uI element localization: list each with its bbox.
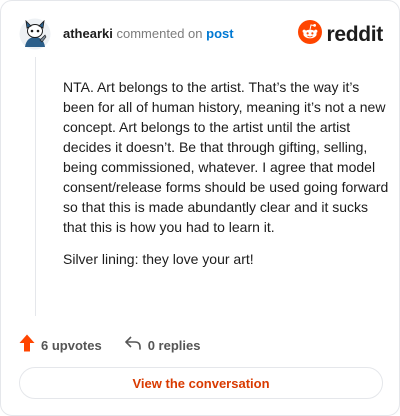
upvote-count: 6 upvotes	[41, 337, 102, 353]
comment-header: athearki commented on post reddit	[19, 17, 383, 51]
reply-button[interactable]: 0 replies	[124, 335, 201, 356]
upvote-arrow-icon	[19, 334, 35, 357]
comment-byline: athearki commented on post	[63, 26, 234, 42]
comment-paragraph: Silver lining: they love your art!	[63, 251, 254, 267]
reddit-wordmark: reddit	[326, 22, 383, 46]
username-link[interactable]: athearki	[63, 26, 113, 41]
reddit-logo-icon	[298, 20, 323, 49]
thread-line	[35, 57, 36, 316]
reply-icon	[124, 335, 142, 356]
snoo-avatar-icon[interactable]	[19, 18, 51, 50]
reddit-brand[interactable]: reddit	[298, 20, 383, 49]
byline-action: commented on	[116, 26, 203, 41]
embedded-comment-card: athearki commented on post reddit NTA. A…	[0, 0, 400, 416]
post-link[interactable]: post	[206, 26, 233, 41]
upvote-button[interactable]: 6 upvotes	[19, 334, 102, 357]
comment-body: NTA. Art belongs to the artist. That’s t…	[63, 77, 389, 269]
view-conversation-button[interactable]: View the conversation	[19, 367, 383, 399]
reply-count: 0 replies	[147, 337, 201, 353]
comment-paragraph: NTA. Art belongs to the artist. That’s t…	[63, 79, 389, 235]
comment-actions: 6 upvotes 0 replies	[19, 334, 222, 357]
